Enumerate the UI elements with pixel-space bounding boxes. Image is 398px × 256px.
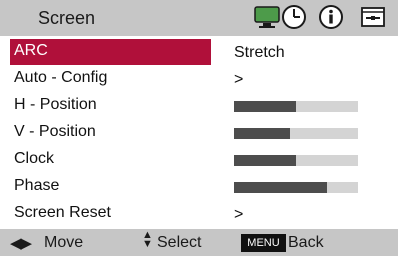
menu-item-v-position[interactable]: V - Position <box>0 119 398 146</box>
menu-item-label: Phase <box>14 177 60 194</box>
level-bar-fill <box>234 182 327 193</box>
left-right-arrows-icon: ◀▶ <box>10 235 32 252</box>
menu-list: ARC Stretch Auto - Config > H - Position… <box>0 38 398 228</box>
menu-item-value: > <box>234 206 244 223</box>
menu-key-badge: MENU <box>241 234 286 252</box>
screen-icon[interactable] <box>254 4 280 30</box>
menu-item-screen-reset[interactable]: Screen Reset > <box>0 200 398 227</box>
up-down-arrows-icon: ▲ ▼ <box>142 229 153 250</box>
menu-item-label: Clock <box>14 150 55 167</box>
menu-item-label: H - Position <box>14 96 97 113</box>
move-hint-label: Move <box>44 234 84 251</box>
level-bar-fill <box>234 101 296 112</box>
menu-item-clock[interactable]: Clock <box>0 146 398 173</box>
menu-item-value: > <box>234 71 244 88</box>
level-bar[interactable] <box>234 182 358 193</box>
menu-item-h-position[interactable]: H - Position <box>0 92 398 119</box>
clock-icon[interactable] <box>281 4 307 30</box>
menu-item-label: Auto - Config <box>14 69 108 86</box>
level-bar-fill <box>234 155 296 166</box>
level-bar[interactable] <box>234 155 358 166</box>
level-bar[interactable] <box>234 128 358 139</box>
select-hint-label: Select <box>157 234 202 251</box>
level-bar[interactable] <box>234 101 358 112</box>
menu-item-arc[interactable]: ARC Stretch <box>0 38 398 65</box>
menu-item-value: Stretch <box>234 44 285 61</box>
back-hint-label: Back <box>288 234 324 251</box>
screen-osd-menu: Screen ARC Stretch Auto - Config > H - P… <box>0 0 398 256</box>
menu-item-auto-config[interactable]: Auto - Config > <box>0 65 398 92</box>
menu-item-label: V - Position <box>14 123 96 140</box>
menu-footer: ◀▶ Move ▲ ▼ Select MENU Back <box>0 229 398 256</box>
menu-item-phase[interactable]: Phase <box>0 173 398 200</box>
info-icon[interactable] <box>318 4 344 30</box>
level-bar-fill <box>234 128 290 139</box>
menu-header: Screen <box>0 0 398 36</box>
menu-item-label: ARC <box>14 42 48 59</box>
page-title: Screen <box>38 8 96 28</box>
menu-item-label: Screen Reset <box>14 204 111 221</box>
option-icon[interactable] <box>360 4 386 30</box>
